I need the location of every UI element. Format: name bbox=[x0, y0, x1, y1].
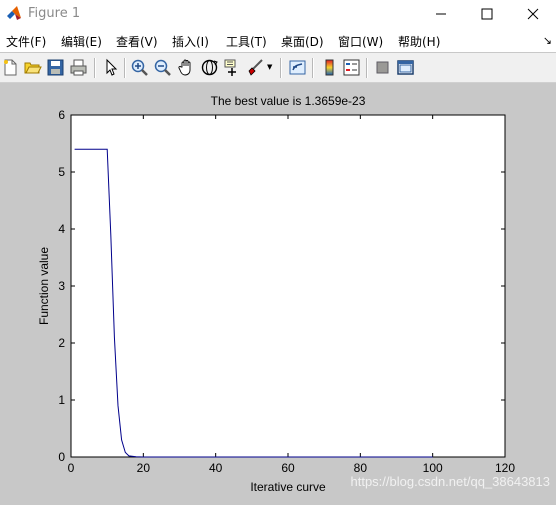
chart-title: The best value is 1.3659e-23 bbox=[211, 94, 366, 108]
new-file-icon[interactable] bbox=[1, 58, 20, 77]
minimize-button[interactable] bbox=[418, 0, 464, 28]
brush-icon[interactable] bbox=[246, 58, 265, 77]
link-plot-icon[interactable] bbox=[288, 58, 307, 77]
maximize-button[interactable] bbox=[464, 0, 510, 28]
toolbar-separator bbox=[312, 58, 314, 78]
hide-plot-tools-icon[interactable] bbox=[373, 58, 392, 77]
dock-arrow-icon[interactable]: ↘ bbox=[543, 34, 552, 47]
menu-window[interactable]: 窗口(W) bbox=[338, 33, 383, 50]
menu-file[interactable]: 文件(F) bbox=[6, 33, 46, 50]
data-cursor-icon[interactable] bbox=[223, 58, 242, 77]
x-tick-label: 80 bbox=[354, 461, 368, 475]
toolbar-separator bbox=[124, 58, 126, 78]
menu-desktop[interactable]: 桌面(D) bbox=[281, 33, 324, 50]
plot-area bbox=[70, 114, 506, 458]
pan-hand-icon[interactable] bbox=[177, 58, 196, 77]
maximize-icon bbox=[481, 8, 493, 20]
y-tick-label: 3 bbox=[58, 279, 65, 293]
y-tick-label: 2 bbox=[58, 336, 65, 350]
legend-icon[interactable] bbox=[342, 58, 361, 77]
line-chart[interactable]: The best value is 1.3659e-23 0 20 40 60 80 10… bbox=[0, 83, 556, 501]
toolbar-separator bbox=[94, 58, 96, 78]
x-tick-label: 20 bbox=[137, 461, 151, 475]
toolbar: ▼ bbox=[0, 53, 556, 83]
y-axis-label: Function value bbox=[37, 247, 51, 325]
pointer-icon[interactable] bbox=[101, 58, 120, 77]
zoom-out-icon[interactable] bbox=[153, 58, 172, 77]
figure-canvas: The best value is 1.3659e-23 0 20 40 60 80 10… bbox=[0, 83, 556, 501]
menu-bar: 文件(F) 编辑(E) 查看(V) 插入(I) 工具(T) 桌面(D) 窗口(W… bbox=[0, 28, 556, 52]
close-icon bbox=[527, 8, 539, 20]
close-button[interactable] bbox=[510, 0, 556, 28]
y-tick-label: 4 bbox=[58, 222, 65, 236]
zoom-in-icon[interactable] bbox=[130, 58, 149, 77]
brush-dropdown-arrow[interactable]: ▼ bbox=[267, 63, 272, 71]
y-tick-label: 6 bbox=[58, 108, 65, 122]
menu-view[interactable]: 查看(V) bbox=[116, 33, 158, 50]
colorbar-icon[interactable] bbox=[320, 58, 339, 77]
watermark: https://blog.csdn.net/qq_38643813 bbox=[351, 474, 551, 489]
y-tick-label: 0 bbox=[58, 450, 65, 464]
toolbar-separator bbox=[366, 58, 368, 78]
title-bar: Figure 1 bbox=[0, 0, 556, 28]
x-tick-label: 60 bbox=[281, 461, 295, 475]
show-plot-tools-icon[interactable] bbox=[396, 58, 415, 77]
save-icon[interactable] bbox=[46, 58, 65, 77]
menu-help[interactable]: 帮助(H) bbox=[398, 33, 440, 50]
menu-insert[interactable]: 插入(I) bbox=[172, 33, 209, 50]
minimize-icon bbox=[436, 13, 446, 15]
rotate-3d-icon[interactable] bbox=[200, 58, 219, 77]
x-tick-label: 120 bbox=[495, 461, 515, 475]
menu-edit[interactable]: 编辑(E) bbox=[61, 33, 102, 50]
matlab-logo-icon bbox=[7, 6, 21, 20]
y-tick-label: 1 bbox=[58, 393, 65, 407]
x-axis-label: Iterative curve bbox=[250, 480, 326, 494]
x-tick-label: 100 bbox=[423, 461, 443, 475]
menu-tools[interactable]: 工具(T) bbox=[226, 33, 267, 50]
window-title: Figure 1 bbox=[28, 6, 81, 21]
x-tick-label: 40 bbox=[209, 461, 223, 475]
toolbar-separator bbox=[280, 58, 282, 78]
y-tick-label: 5 bbox=[58, 165, 65, 179]
x-tick-label: 0 bbox=[68, 461, 75, 475]
print-icon[interactable] bbox=[69, 58, 88, 77]
open-folder-icon[interactable] bbox=[23, 58, 42, 77]
